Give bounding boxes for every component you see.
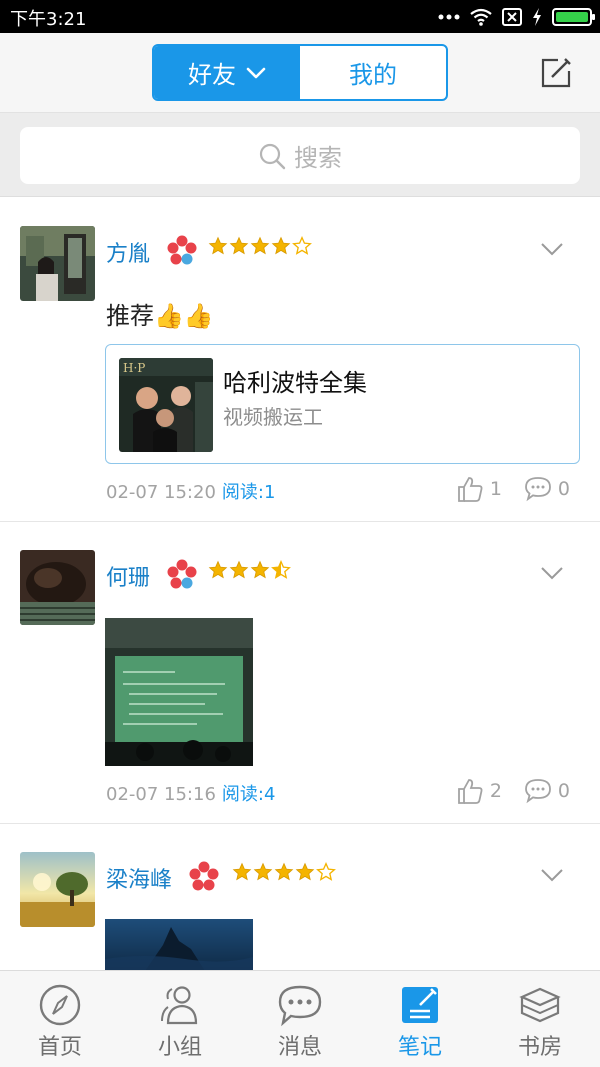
thumbs-up-icon bbox=[457, 779, 483, 804]
battery-icon bbox=[552, 8, 595, 26]
post-item: 何珊 02-07 15:16 阅读:4 2 0 bbox=[0, 522, 600, 824]
tab-mine-label: 我的 bbox=[349, 61, 397, 89]
search-placeholder: 搜索 bbox=[294, 144, 342, 172]
expand-chevron-icon[interactable] bbox=[540, 242, 564, 256]
expand-chevron-icon[interactable] bbox=[540, 566, 564, 580]
post-username[interactable]: 何珊 bbox=[106, 560, 150, 592]
avatar[interactable] bbox=[20, 226, 95, 301]
post-time: 02-07 15:16 bbox=[106, 784, 216, 805]
star-full-icon bbox=[253, 862, 273, 881]
star-full-icon bbox=[274, 862, 294, 881]
comment-button[interactable]: 0 bbox=[524, 778, 570, 804]
bottom-tab-bar: 首页 小组 消息 笔记 书房 bbox=[0, 970, 600, 1067]
star-full-icon bbox=[250, 560, 270, 579]
user-badge-icon bbox=[167, 559, 197, 589]
status-bar: 下午3:21 bbox=[0, 0, 600, 33]
rating-stars bbox=[232, 862, 336, 886]
tab-home[interactable]: 首页 bbox=[0, 971, 120, 1067]
avatar[interactable] bbox=[20, 852, 95, 927]
rating-stars bbox=[208, 236, 312, 260]
star-full-icon bbox=[271, 236, 291, 255]
more-dots-icon bbox=[438, 14, 460, 20]
card-subtitle: 视频搬运工 bbox=[223, 405, 323, 429]
expand-chevron-icon[interactable] bbox=[540, 868, 564, 882]
tab-group-label: 小组 bbox=[157, 1035, 202, 1060]
status-time: 下午3:21 bbox=[10, 9, 87, 30]
no-sim-icon bbox=[502, 8, 522, 26]
segment-control: 好友 我的 bbox=[152, 44, 448, 101]
post-meta: 02-07 15:20 阅读:1 bbox=[106, 478, 275, 504]
star-full-icon bbox=[208, 560, 228, 579]
svg-text:H·P: H·P bbox=[123, 361, 145, 375]
post-time: 02-07 15:20 bbox=[106, 482, 216, 503]
post-item: 方胤 推荐👍👍 H·P 哈利波特全集 视频搬运工 02-07 15:20 阅读:… bbox=[0, 198, 600, 522]
charging-icon bbox=[533, 8, 541, 26]
tab-mine[interactable]: 我的 bbox=[300, 46, 446, 99]
comment-icon bbox=[525, 477, 551, 502]
book-cover-image: H·P bbox=[119, 358, 213, 452]
star-full-icon bbox=[250, 236, 270, 255]
status-icons bbox=[438, 6, 595, 28]
comment-count: 0 bbox=[557, 780, 570, 802]
post-reads: 阅读:1 bbox=[221, 482, 276, 503]
star-full-icon bbox=[208, 236, 228, 255]
compose-icon[interactable] bbox=[538, 55, 574, 91]
chevron-down-icon bbox=[246, 67, 266, 78]
compass-icon bbox=[39, 984, 81, 1026]
like-button[interactable]: 2 bbox=[456, 777, 502, 805]
tab-friends-label: 好友 bbox=[188, 61, 236, 89]
post-meta: 02-07 15:16 阅读:4 bbox=[106, 780, 275, 806]
like-count: 2 bbox=[489, 780, 502, 802]
shared-book-card[interactable]: H·P 哈利波特全集 视频搬运工 bbox=[105, 344, 580, 464]
post-username[interactable]: 方胤 bbox=[106, 236, 150, 268]
post-actions: 2 0 bbox=[434, 776, 570, 806]
comment-icon bbox=[525, 779, 551, 804]
star-full-icon bbox=[295, 862, 315, 881]
tab-home-label: 首页 bbox=[37, 1035, 82, 1060]
post-item: 梁海峰 bbox=[0, 824, 600, 970]
search-input[interactable]: 搜索 bbox=[20, 127, 580, 184]
card-title: 哈利波特全集 bbox=[223, 369, 367, 397]
tab-friends[interactable]: 好友 bbox=[154, 46, 300, 99]
post-photo[interactable] bbox=[105, 618, 253, 766]
comment-button[interactable]: 0 bbox=[524, 476, 570, 502]
thumbs-up-icon bbox=[457, 477, 483, 502]
tab-notes-label: 笔记 bbox=[397, 1035, 442, 1060]
wifi-icon bbox=[470, 8, 492, 26]
star-full-icon bbox=[232, 862, 252, 881]
books-icon bbox=[519, 987, 561, 1023]
star-empty-icon bbox=[316, 862, 336, 881]
user-badge-icon bbox=[189, 861, 219, 891]
tab-group[interactable]: 小组 bbox=[120, 971, 240, 1067]
search-icon bbox=[259, 143, 286, 169]
star-full-icon bbox=[229, 236, 249, 255]
star-full-icon bbox=[229, 560, 249, 579]
like-count: 1 bbox=[489, 478, 502, 500]
comment-count: 0 bbox=[557, 478, 570, 500]
search-area: 搜索 bbox=[0, 113, 600, 197]
note-icon bbox=[402, 987, 438, 1023]
notes-feed: 方胤 推荐👍👍 H·P 哈利波特全集 视频搬运工 02-07 15:20 阅读:… bbox=[0, 198, 600, 970]
chat-icon bbox=[278, 985, 322, 1027]
post-username[interactable]: 梁海峰 bbox=[106, 862, 172, 894]
post-photo[interactable] bbox=[105, 919, 253, 970]
rating-stars bbox=[208, 560, 291, 584]
top-header: 好友 我的 bbox=[0, 33, 600, 113]
tab-study-label: 书房 bbox=[517, 1035, 562, 1060]
star-empty-icon bbox=[292, 236, 312, 255]
star-half-icon bbox=[271, 560, 291, 579]
post-reads: 阅读:4 bbox=[221, 784, 276, 805]
post-text: 推荐👍👍 bbox=[106, 302, 214, 330]
avatar[interactable] bbox=[20, 550, 95, 625]
user-badge-icon bbox=[167, 235, 197, 265]
tab-study[interactable]: 书房 bbox=[480, 971, 600, 1067]
group-icon bbox=[161, 986, 198, 1025]
tab-messages[interactable]: 消息 bbox=[240, 971, 360, 1067]
tab-messages-label: 消息 bbox=[277, 1035, 322, 1060]
tab-notes[interactable]: 笔记 bbox=[360, 971, 480, 1067]
post-actions: 1 0 bbox=[434, 474, 570, 504]
like-button[interactable]: 1 bbox=[456, 475, 502, 503]
